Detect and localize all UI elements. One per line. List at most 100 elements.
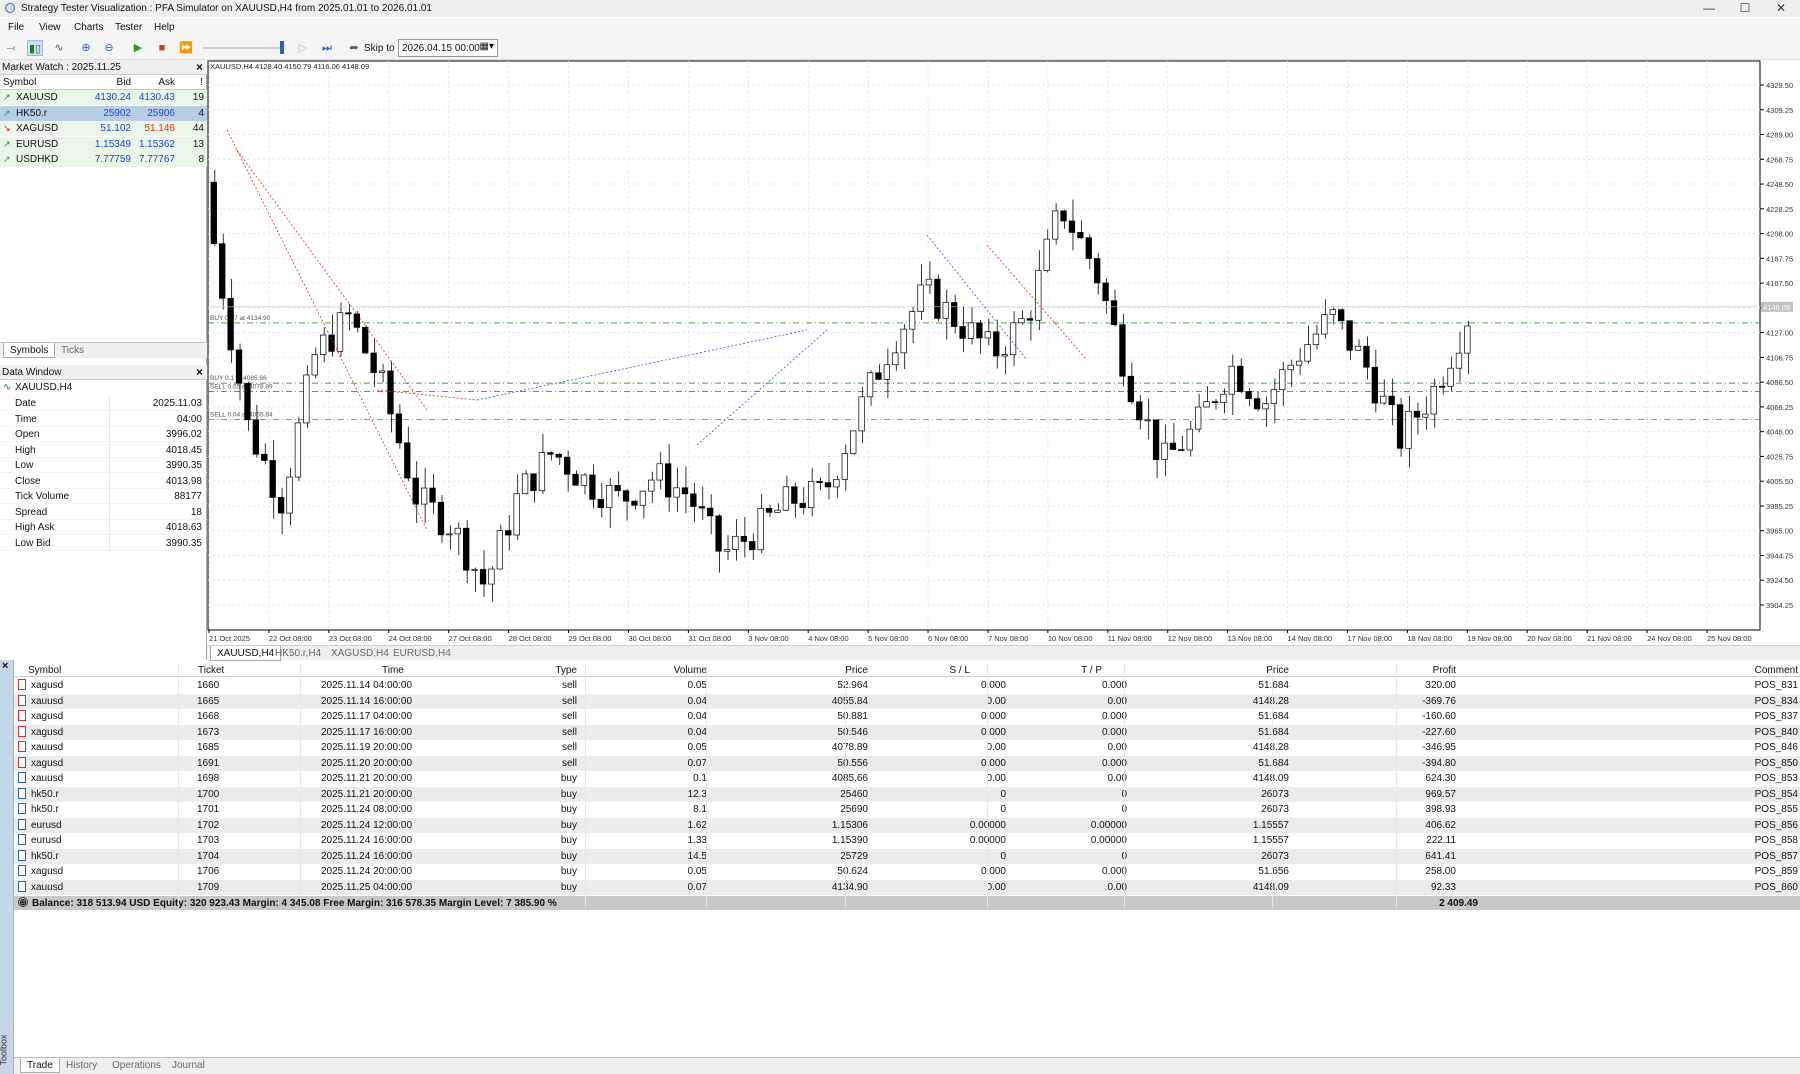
close-icon[interactable]: × — [196, 60, 203, 74]
menu-help[interactable]: Help — [154, 22, 175, 33]
candle-up — [1430, 385, 1437, 415]
x-tick-label: 4 Nov 08:00 — [808, 634, 848, 643]
candle-up — [454, 527, 461, 535]
chart-area[interactable]: 4329.50 4309.25 4289.00 4268.75 4248.50 4228.… — [207, 60, 1800, 660]
fast-forward-icon[interactable]: ⏩ — [178, 40, 194, 56]
candle-up — [1262, 403, 1269, 410]
zoom-out-icon[interactable]: ⊖ — [101, 40, 117, 56]
tab-journal[interactable]: Journal — [166, 1058, 211, 1073]
market-watch-symbol: EURUSD — [16, 138, 59, 150]
maximize-button[interactable]: ☐ — [1726, 0, 1764, 17]
play-icon[interactable]: ▶ — [130, 40, 146, 56]
tab-eurusd-h4[interactable]: EURUSD,H4 — [387, 646, 457, 661]
col-comment[interactable]: Comment — [1755, 665, 1798, 676]
skip-date-input[interactable]: 2026.04.15 00:00 ▦▾ — [398, 39, 498, 57]
table-row[interactable]: xauusd 1698 2025.11.21 20:00:00 buy 0.1 4085.… — [14, 771, 1800, 786]
close-button[interactable]: ✕ — [1762, 0, 1800, 17]
zoom-in-icon[interactable]: ⊕ — [78, 40, 94, 56]
menu-view[interactable]: View — [39, 22, 61, 33]
candle-down — [261, 453, 268, 461]
col-ask[interactable]: Ask — [158, 77, 175, 88]
table-row[interactable]: xagusd 1691 2025.11.20 20:00:00 sell 0.07 50.… — [14, 755, 1800, 771]
candle-down — [1253, 398, 1261, 410]
cell-tp: 0.00000 — [1090, 835, 1127, 846]
stop-icon[interactable]: ■ — [154, 40, 170, 56]
divider — [706, 663, 707, 908]
tab-hk50-h4[interactable]: HK50.r,H4 — [269, 646, 327, 661]
col-profit[interactable]: Profit — [1433, 665, 1456, 676]
cell-ticket: 1709 — [197, 881, 220, 893]
col-price[interactable]: Price — [845, 665, 868, 676]
candle-down — [1245, 391, 1252, 399]
menu-charts[interactable]: Charts — [74, 22, 103, 33]
candle-up — [656, 463, 663, 481]
cell-type: sell — [561, 757, 577, 769]
col-symbol[interactable]: Symbol — [3, 77, 36, 88]
cell-volume: 0.1 — [693, 773, 707, 784]
cell-price: 1.15390 — [831, 835, 868, 846]
data-window-value: 4013.98 — [165, 475, 202, 487]
x-tick-label: 19 Nov 08:00 — [1467, 634, 1512, 643]
skip-end-icon[interactable]: ⏭ — [319, 40, 335, 56]
table-row[interactable]: xauusd 1685 2025.11.19 20:00:00 sell 0.05 407… — [14, 740, 1800, 755]
y-tick-label: 4046.00 — [1766, 428, 1793, 437]
menu-tester[interactable]: Tester — [115, 22, 142, 33]
table-row[interactable]: xagusd 1673 2025.11.17 16:00:00 sell 0.04 50.… — [14, 724, 1800, 740]
table-row[interactable]: xagusd 1706 2025.11.24 20:00:00 buy 0.05 50.6… — [14, 864, 1800, 879]
step-icon[interactable]: ▷ — [295, 40, 311, 56]
tab-xagusd-h4[interactable]: XAGUSD,H4 — [325, 646, 395, 661]
candle-up — [1422, 413, 1429, 418]
speed-slider-thumb[interactable] — [280, 41, 284, 54]
table-row[interactable]: xagusd 1660 2025.11.14 04:00:00 sell 0.05 52.… — [14, 678, 1800, 693]
table-row[interactable]: xauusd 1709 2025.11.25 04:00:00 buy 0.07 4134… — [14, 879, 1800, 895]
col-tp[interactable]: T / P — [1081, 665, 1102, 676]
col-ticket[interactable]: Ticket — [198, 665, 224, 676]
table-row[interactable]: hk50.r 1700 2025.11.21 20:00:00 buy 12.3 2546… — [14, 786, 1800, 802]
candle-down — [227, 297, 234, 351]
price-chart[interactable]: 4329.50 4309.25 4289.00 4268.75 4248.50 4228.… — [207, 60, 1800, 645]
market-watch-row[interactable]: ↗ EURUSD 1.15349 1.15362 13 — [0, 136, 207, 152]
bar-chart-icon[interactable]: ⤙ — [3, 40, 19, 56]
col-sl[interactable]: S / L — [949, 665, 970, 676]
table-row[interactable]: eurusd 1702 2025.11.24 12:00:00 buy 1.62 1.15… — [14, 817, 1800, 833]
cell-volume: 8.1 — [693, 804, 707, 815]
table-row[interactable]: hk50.r 1701 2025.11.24 08:00:00 buy 8.1 25690… — [14, 802, 1800, 817]
candle-down — [934, 278, 941, 319]
candle-down — [1110, 300, 1118, 326]
col-spread[interactable]: ! — [200, 77, 203, 88]
sell-order-icon — [18, 679, 26, 690]
candle-up — [1329, 309, 1336, 315]
cell-price: 50.881 — [837, 711, 868, 722]
tab-operations[interactable]: Operations — [106, 1058, 167, 1073]
divider — [109, 473, 110, 489]
table-row[interactable]: xagusd 1668 2025.11.17 04:00:00 sell 0.04 50.… — [14, 709, 1800, 724]
candlestick-icon[interactable]: ▮▯ — [27, 40, 43, 56]
calendar-icon[interactable]: ▦▾ — [480, 41, 494, 52]
line-chart-icon[interactable]: ∿ — [51, 40, 67, 56]
tab-history[interactable]: History — [60, 1058, 103, 1073]
close-icon[interactable]: × — [2, 660, 8, 672]
tab-trade[interactable]: Trade — [20, 1058, 60, 1073]
table-row[interactable]: hk50.r 1704 2025.11.24 16:00:00 buy 14.5 2572… — [14, 848, 1800, 864]
market-watch-row[interactable]: ↗ HK50.r 25902 25906 4 — [0, 105, 207, 121]
candle-down — [740, 535, 747, 542]
market-watch-row[interactable]: ↗ USDHKD 7.77759 7.77767 8 — [0, 152, 207, 167]
col-bid[interactable]: Bid — [117, 77, 131, 88]
close-icon[interactable]: × — [196, 365, 203, 379]
menu-file[interactable]: File — [8, 22, 24, 33]
candle-down — [1237, 365, 1244, 392]
minimize-button[interactable]: — — [1690, 0, 1728, 17]
col-current-price[interactable]: Price — [1266, 665, 1289, 676]
tab-ticks[interactable]: Ticks — [55, 343, 90, 358]
market-watch-row[interactable]: ↘ XAGUSD 51.102 51.146 44 — [0, 121, 207, 136]
table-row[interactable]: eurusd 1703 2025.11.24 16:00:00 buy 1.33 1.15… — [14, 833, 1800, 848]
col-symbol[interactable]: Symbol — [28, 665, 61, 676]
col-time[interactable]: Time — [382, 665, 404, 676]
market-watch-row[interactable]: ↗ XAUUSD 4130.24 4130.43 19 — [0, 90, 207, 105]
speed-slider[interactable] — [203, 47, 283, 49]
tab-symbols[interactable]: Symbols — [3, 343, 56, 358]
col-volume[interactable]: Volume — [674, 665, 707, 676]
table-row[interactable]: xauusd 1665 2025.11.14 16:00:00 sell 0.04 405… — [14, 693, 1800, 709]
cell-symbol: xagusd — [31, 757, 64, 769]
col-type[interactable]: Type — [555, 665, 577, 676]
